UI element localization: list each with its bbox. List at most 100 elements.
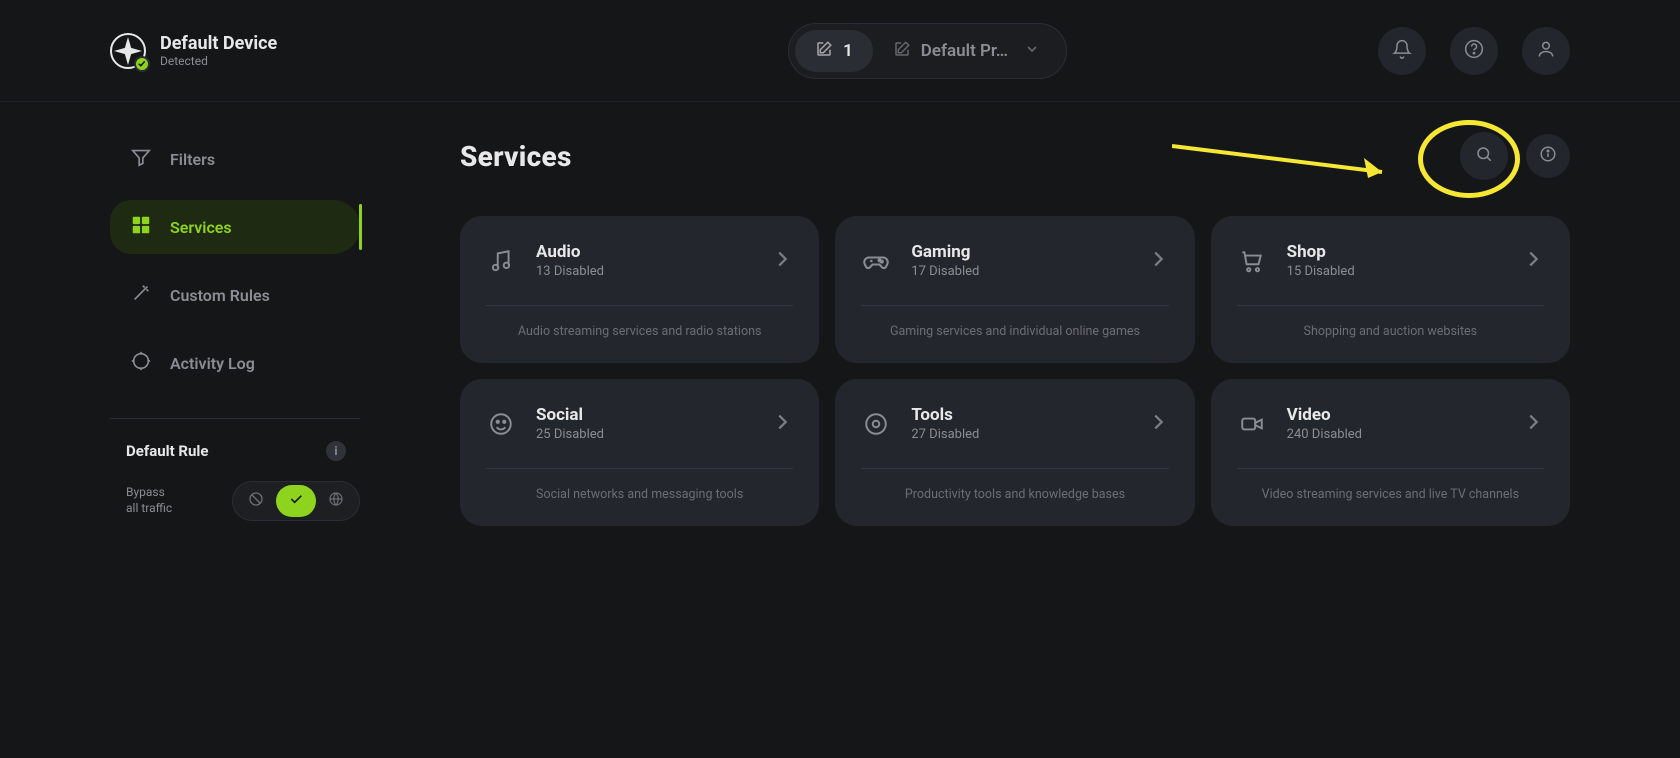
block-icon [248, 491, 264, 511]
card-description: Gaming services and individual online ga… [861, 306, 1168, 343]
chevron-right-icon [1147, 248, 1169, 274]
profile-name-segment[interactable]: Default Pr… [873, 30, 1060, 72]
app-header: Default Device Detected 1 Default Pr… [0, 0, 1680, 102]
info-icon [1539, 145, 1557, 167]
card-title: Tools [911, 405, 1126, 425]
music-note-icon [486, 246, 516, 276]
service-card-tools[interactable]: Tools 27 Disabled Productivity tools and… [835, 379, 1194, 526]
service-card-audio[interactable]: Audio 13 Disabled Audio streaming servic… [460, 216, 819, 363]
bypass-toggle[interactable] [232, 481, 360, 521]
card-title: Audio [536, 242, 751, 262]
profile-name: Default Pr… [921, 41, 1008, 61]
bypass-line2: all traffic [126, 501, 172, 517]
service-card-shop[interactable]: Shop 15 Disabled Shopping and auction we… [1211, 216, 1570, 363]
service-card-video[interactable]: Video 240 Disabled Video streaming servi… [1211, 379, 1570, 526]
service-card-social[interactable]: Social 25 Disabled Social networks and m… [460, 379, 819, 526]
logo-wrap [110, 33, 146, 69]
globe-icon [328, 491, 344, 511]
sidebar-item-label: Activity Log [170, 354, 255, 373]
default-rule-row: Bypass all traffic [110, 461, 360, 521]
card-title: Social [536, 405, 751, 425]
chevron-down-icon [1024, 41, 1040, 61]
profile-badge-segment[interactable]: 1 [795, 30, 873, 72]
card-description: Productivity tools and knowledge bases [861, 469, 1168, 506]
chevron-right-icon [771, 411, 793, 437]
toggle-allow[interactable] [276, 485, 316, 517]
sidebar-item-services[interactable]: Services [110, 200, 360, 254]
chevron-right-icon [771, 248, 793, 274]
card-subtitle: 27 Disabled [911, 427, 1126, 442]
device-text: Default Device Detected [160, 33, 277, 69]
help-button[interactable] [1450, 27, 1498, 75]
chevron-right-icon [1522, 248, 1544, 274]
card-text: Video 240 Disabled [1287, 405, 1502, 442]
card-top: Audio 13 Disabled [486, 242, 793, 306]
card-top: Gaming 17 Disabled [861, 242, 1168, 306]
card-text: Social 25 Disabled [536, 405, 751, 442]
wand-icon [130, 282, 152, 308]
card-description: Video streaming services and live TV cha… [1237, 469, 1544, 506]
card-subtitle: 15 Disabled [1287, 264, 1502, 279]
user-icon [1536, 39, 1556, 63]
sidebar-item-label: Services [170, 218, 232, 237]
search-icon [1475, 145, 1493, 167]
brand-block: Default Device Detected [110, 33, 277, 69]
info-icon: i [334, 444, 337, 458]
card-text: Tools 27 Disabled [911, 405, 1126, 442]
funnel-icon [130, 146, 152, 172]
chevron-right-icon [1147, 411, 1169, 437]
services-grid: Audio 13 Disabled Audio streaming servic… [460, 216, 1570, 526]
edit-icon [815, 40, 833, 62]
sidebar-item-label: Custom Rules [170, 286, 270, 305]
card-subtitle: 25 Disabled [536, 427, 751, 442]
edit-icon [893, 40, 911, 62]
bypass-line1: Bypass [126, 485, 172, 501]
card-top: Tools 27 Disabled [861, 405, 1168, 469]
grid-icon [130, 214, 152, 240]
service-card-gaming[interactable]: Gaming 17 Disabled Gaming services and i… [835, 216, 1194, 363]
device-status-badge-icon [134, 56, 150, 72]
card-top: Video 240 Disabled [1237, 405, 1544, 469]
content: Filters Services Custom Rules Activity L… [0, 102, 1680, 526]
sidebar-item-activity-log[interactable]: Activity Log [110, 336, 360, 390]
sidebar-divider [110, 418, 360, 419]
toggle-block[interactable] [236, 485, 276, 517]
page-info-button[interactable] [1526, 134, 1570, 178]
sidebar: Filters Services Custom Rules Activity L… [110, 132, 360, 526]
check-icon [288, 491, 304, 511]
target-icon [130, 350, 152, 376]
notifications-button[interactable] [1378, 27, 1426, 75]
card-text: Shop 15 Disabled [1287, 242, 1502, 279]
default-rule-title: Default Rule [126, 442, 209, 460]
card-title: Gaming [911, 242, 1126, 262]
main: Services [460, 132, 1570, 526]
gamepad-icon [861, 246, 891, 276]
disc-icon [861, 409, 891, 439]
video-icon [1237, 409, 1267, 439]
card-description: Social networks and messaging tools [486, 469, 793, 506]
main-header-actions [1460, 132, 1570, 180]
device-name: Default Device [160, 33, 277, 55]
account-button[interactable] [1522, 27, 1570, 75]
card-subtitle: 240 Disabled [1287, 427, 1502, 442]
card-top: Social 25 Disabled [486, 405, 793, 469]
smiley-icon [486, 409, 516, 439]
sidebar-item-label: Filters [170, 150, 215, 169]
sidebar-nav: Filters Services Custom Rules Activity L… [110, 132, 360, 390]
bell-icon [1392, 39, 1412, 63]
page-title: Services [460, 140, 572, 173]
search-button[interactable] [1460, 132, 1508, 180]
toggle-global[interactable] [316, 485, 356, 517]
card-subtitle: 17 Disabled [911, 264, 1126, 279]
card-description: Shopping and auction websites [1237, 306, 1544, 343]
card-title: Video [1287, 405, 1502, 425]
card-description: Audio streaming services and radio stati… [486, 306, 793, 343]
sidebar-item-filters[interactable]: Filters [110, 132, 360, 186]
profile-badge-count: 1 [843, 41, 853, 61]
card-title: Shop [1287, 242, 1502, 262]
cart-icon [1237, 246, 1267, 276]
default-rule-info-button[interactable]: i [326, 441, 346, 461]
card-top: Shop 15 Disabled [1237, 242, 1544, 306]
sidebar-item-custom-rules[interactable]: Custom Rules [110, 268, 360, 322]
chevron-right-icon [1522, 411, 1544, 437]
